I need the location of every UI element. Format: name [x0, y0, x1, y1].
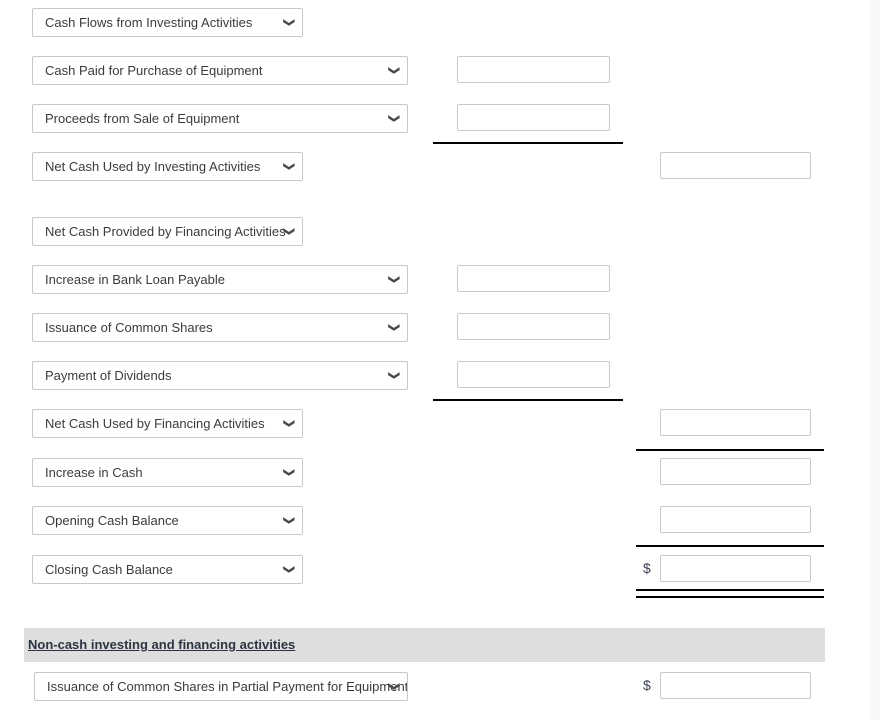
- currency-symbol-non-cash-activity: $: [643, 677, 651, 693]
- amount-input-increase-in-cash[interactable]: [660, 458, 811, 485]
- select-label: Issuance of Common Shares in Partial Pay…: [47, 679, 408, 694]
- account-select-opening-cash-balance[interactable]: Opening Cash Balance ❯: [32, 506, 303, 535]
- select-label: Net Cash Provided by Financing Activitie…: [45, 224, 286, 239]
- form-row-opening-cash-balance: Opening Cash Balance ❯: [0, 506, 870, 540]
- chevron-down-icon: ❯: [282, 418, 295, 429]
- chevron-down-icon: ❯: [387, 681, 400, 692]
- amount-input-closing-cash-balance[interactable]: [660, 555, 811, 582]
- account-select-net-cash-used-financing[interactable]: Net Cash Used by Financing Activities ❯: [32, 409, 303, 438]
- amount-input-issuance-common-shares[interactable]: [457, 313, 610, 340]
- form-row-issuance-common-shares-partial-payment: Issuance of Common Shares in Partial Pay…: [0, 672, 870, 706]
- form-row-payment-of-dividends: Payment of Dividends ❯: [0, 361, 870, 395]
- chevron-down-icon: ❯: [282, 515, 295, 526]
- select-label: Issuance of Common Shares: [45, 320, 213, 335]
- account-select-issuance-common-shares[interactable]: Issuance of Common Shares ❯: [32, 313, 408, 342]
- account-select-cash-paid-purchase-equipment[interactable]: Cash Paid for Purchase of Equipment ❯: [32, 56, 408, 85]
- form-row-increase-bank-loan-payable: Increase in Bank Loan Payable ❯: [0, 265, 870, 299]
- form-row-net-cash-used-investing: Net Cash Used by Investing Activities ❯: [0, 152, 870, 186]
- chevron-down-icon: ❯: [282, 467, 295, 478]
- amount-input-net-cash-used-investing[interactable]: [660, 152, 811, 179]
- account-select-increase-in-cash[interactable]: Increase in Cash ❯: [32, 458, 303, 487]
- select-label: Payment of Dividends: [45, 368, 172, 383]
- select-label: Opening Cash Balance: [45, 513, 179, 528]
- currency-symbol-closing-cash-balance: $: [643, 560, 651, 576]
- form-row-cash-flows-investing-header: Cash Flows from Investing Activities ❯: [0, 8, 870, 42]
- select-label: Cash Paid for Purchase of Equipment: [45, 63, 263, 78]
- form-row-cash-paid-purchase-equipment: Cash Paid for Purchase of Equipment ❯: [0, 56, 870, 90]
- select-label: Closing Cash Balance: [45, 562, 173, 577]
- form-row-issuance-common-shares: Issuance of Common Shares ❯: [0, 313, 870, 347]
- subtotal-rule-closing-balance: [636, 545, 824, 547]
- amount-input-issuance-common-shares-partial-payment[interactable]: [660, 672, 811, 699]
- chevron-down-icon: ❯: [387, 274, 400, 285]
- select-label: Cash Flows from Investing Activities: [45, 15, 253, 30]
- select-label: Increase in Cash: [45, 465, 143, 480]
- subtotal-rule-financing-right: [636, 449, 824, 451]
- subtotal-rule-investing-middle: [433, 142, 623, 144]
- select-label: Increase in Bank Loan Payable: [45, 272, 225, 287]
- amount-input-increase-bank-loan-payable[interactable]: [457, 265, 610, 292]
- chevron-down-icon: ❯: [282, 226, 295, 237]
- account-select-cash-flows-investing-header[interactable]: Cash Flows from Investing Activities ❯: [32, 8, 303, 37]
- chevron-down-icon: ❯: [387, 370, 400, 381]
- form-row-closing-cash-balance: Closing Cash Balance ❯ $: [0, 555, 870, 589]
- account-select-issuance-common-shares-partial-payment[interactable]: Issuance of Common Shares in Partial Pay…: [34, 672, 408, 701]
- form-row-net-cash-used-financing: Net Cash Used by Financing Activities ❯: [0, 409, 870, 443]
- total-double-rule-closing-balance: [636, 589, 824, 598]
- select-label: Net Cash Used by Financing Activities: [45, 416, 265, 431]
- form-surface: Cash Flows from Investing Activities ❯ C…: [0, 0, 870, 720]
- account-select-net-cash-provided-financing-header[interactable]: Net Cash Provided by Financing Activitie…: [32, 217, 303, 246]
- account-select-increase-bank-loan-payable[interactable]: Increase in Bank Loan Payable ❯: [32, 265, 408, 294]
- amount-input-cash-paid-purchase-equipment[interactable]: [457, 56, 610, 83]
- amount-input-net-cash-used-financing[interactable]: [660, 409, 811, 436]
- chevron-down-icon: ❯: [282, 564, 295, 575]
- chevron-down-icon: ❯: [387, 65, 400, 76]
- chevron-down-icon: ❯: [387, 113, 400, 124]
- select-label: Proceeds from Sale of Equipment: [45, 111, 240, 126]
- form-row-proceeds-sale-equipment: Proceeds from Sale of Equipment ❯: [0, 104, 870, 138]
- chevron-down-icon: ❯: [387, 322, 400, 333]
- chevron-down-icon: ❯: [282, 17, 295, 28]
- form-row-increase-in-cash: Increase in Cash ❯: [0, 458, 870, 492]
- amount-input-opening-cash-balance[interactable]: [660, 506, 811, 533]
- account-select-closing-cash-balance[interactable]: Closing Cash Balance ❯: [32, 555, 303, 584]
- section-title-non-cash-activities: Non-cash investing and financing activit…: [28, 637, 296, 652]
- chevron-down-icon: ❯: [282, 161, 295, 172]
- account-select-net-cash-used-investing[interactable]: Net Cash Used by Investing Activities ❯: [32, 152, 303, 181]
- subtotal-rule-financing-middle: [433, 399, 623, 401]
- account-select-proceeds-sale-equipment[interactable]: Proceeds from Sale of Equipment ❯: [32, 104, 408, 133]
- select-label: Net Cash Used by Investing Activities: [45, 159, 261, 174]
- amount-input-payment-of-dividends[interactable]: [457, 361, 610, 388]
- amount-input-proceeds-sale-equipment[interactable]: [457, 104, 610, 131]
- account-select-payment-of-dividends[interactable]: Payment of Dividends ❯: [32, 361, 408, 390]
- form-row-net-cash-provided-financing-header: Net Cash Provided by Financing Activitie…: [0, 217, 870, 251]
